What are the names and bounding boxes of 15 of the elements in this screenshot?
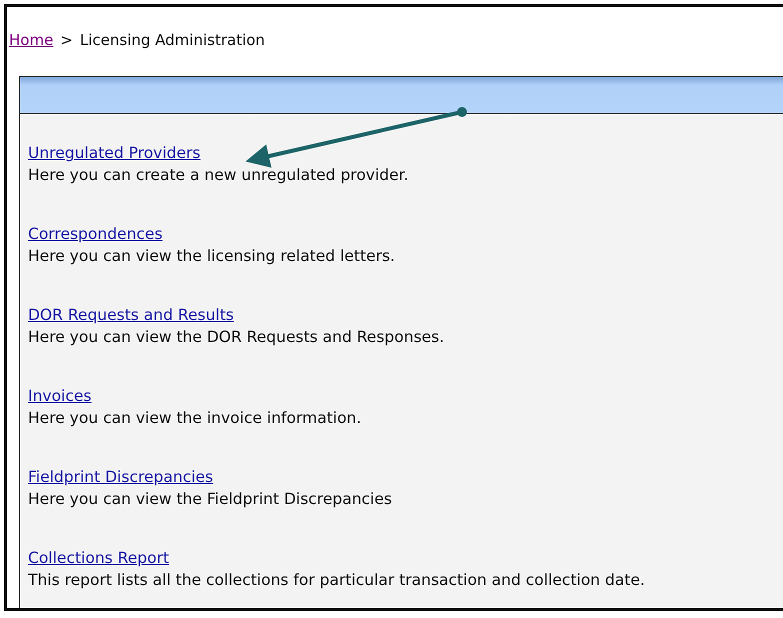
section-link[interactable]: Unregulated Providers	[28, 144, 200, 162]
section-link[interactable]: Collections Report	[28, 549, 170, 567]
breadcrumb-current: Licensing Administration	[80, 31, 265, 49]
breadcrumb-separator: >	[60, 31, 73, 49]
home-link[interactable]: Home	[9, 31, 54, 49]
section-description: This report lists all the collections for particular transaction and collection date.	[28, 571, 646, 589]
section-description: Here you can view the licensing related letters.	[28, 247, 396, 265]
section-link[interactable]: Fieldprint Discrepancies	[28, 468, 214, 486]
section-description: Here you can view the Fieldprint Discrepancies	[28, 490, 393, 508]
section-description: Here you can view the invoice information.	[28, 409, 362, 427]
section-description: Here you can view the DOR Requests and Responses.	[28, 328, 446, 346]
section-link[interactable]: Correspondences	[28, 225, 163, 243]
section-description: Here you can create a new unregulated provider.	[28, 166, 410, 184]
section-link[interactable]: DOR Requests and Results	[28, 306, 234, 324]
section-link[interactable]: Invoices	[28, 387, 92, 405]
